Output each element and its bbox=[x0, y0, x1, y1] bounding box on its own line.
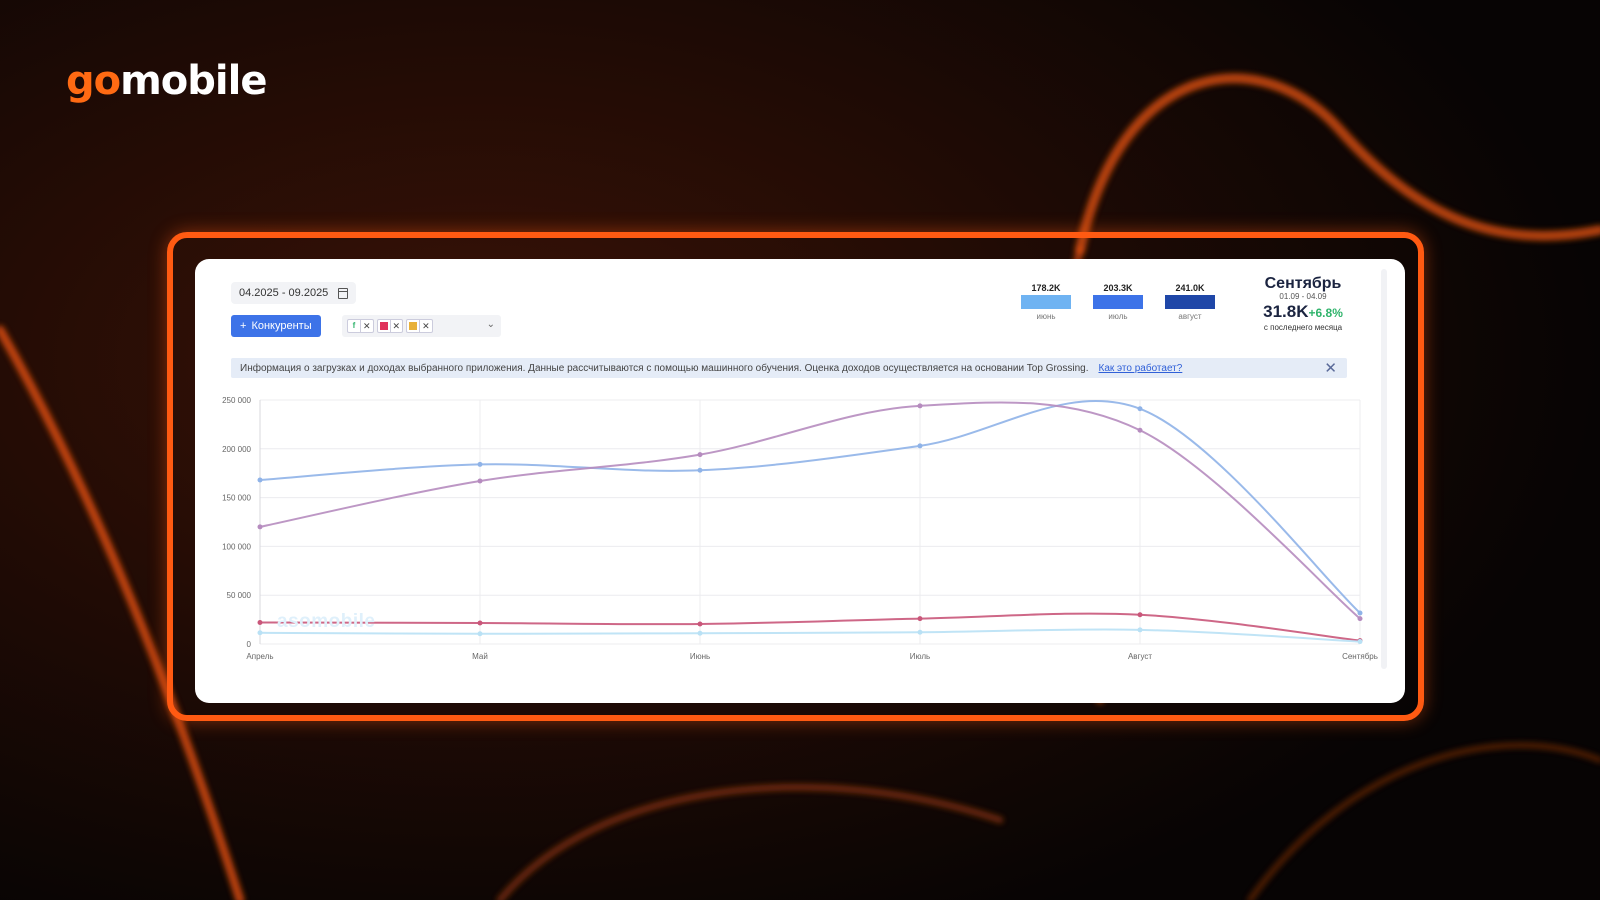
data-point bbox=[697, 452, 703, 458]
data-point bbox=[697, 467, 703, 473]
series-line-3 bbox=[259, 628, 1361, 643]
data-point bbox=[477, 461, 483, 467]
data-point bbox=[917, 443, 923, 449]
x-tick-label: Июнь bbox=[690, 652, 710, 661]
data-point bbox=[1137, 427, 1143, 433]
data-point bbox=[257, 524, 263, 530]
y-tick-label: 0 bbox=[247, 640, 252, 649]
data-point bbox=[697, 630, 703, 636]
data-point bbox=[257, 630, 263, 636]
x-tick-label: Апрель bbox=[246, 652, 273, 661]
data-point bbox=[1137, 627, 1143, 633]
data-point bbox=[257, 620, 263, 626]
data-point bbox=[697, 621, 703, 627]
y-tick-label: 50 000 bbox=[227, 591, 252, 600]
data-point bbox=[917, 616, 923, 622]
data-point bbox=[1357, 616, 1363, 622]
data-point bbox=[917, 403, 923, 409]
series-line-0 bbox=[259, 399, 1361, 614]
y-tick-label: 250 000 bbox=[222, 396, 251, 405]
gomobile-logo: gomobile bbox=[66, 58, 267, 104]
watermark: asomobile bbox=[277, 611, 376, 632]
series-line-1 bbox=[259, 401, 1361, 620]
data-point bbox=[257, 477, 263, 483]
downloads-chart: 0 50 000 100 000 150 000 200 000 250 000 Апрел… bbox=[222, 396, 1378, 661]
x-tick-label: Сентябрь bbox=[1342, 652, 1378, 661]
x-tick-label: Май bbox=[472, 652, 488, 661]
series-line-2 bbox=[259, 612, 1361, 642]
y-tick-label: 150 000 bbox=[222, 494, 251, 503]
y-tick-label: 200 000 bbox=[222, 445, 251, 454]
data-point bbox=[917, 629, 923, 635]
analytics-card: 04.2025 - 09.2025 + Конкуренты f ✕ ✕ ✕ ⌄ … bbox=[195, 259, 1405, 703]
data-point bbox=[477, 620, 483, 626]
data-point bbox=[1137, 406, 1143, 412]
data-point bbox=[1357, 610, 1363, 616]
data-point bbox=[1357, 639, 1363, 645]
data-point bbox=[477, 478, 483, 484]
x-tick-label: Август bbox=[1128, 652, 1152, 661]
data-point bbox=[477, 631, 483, 637]
y-tick-label: 100 000 bbox=[222, 542, 251, 551]
x-tick-label: Июль bbox=[910, 652, 930, 661]
data-point bbox=[1137, 612, 1143, 618]
